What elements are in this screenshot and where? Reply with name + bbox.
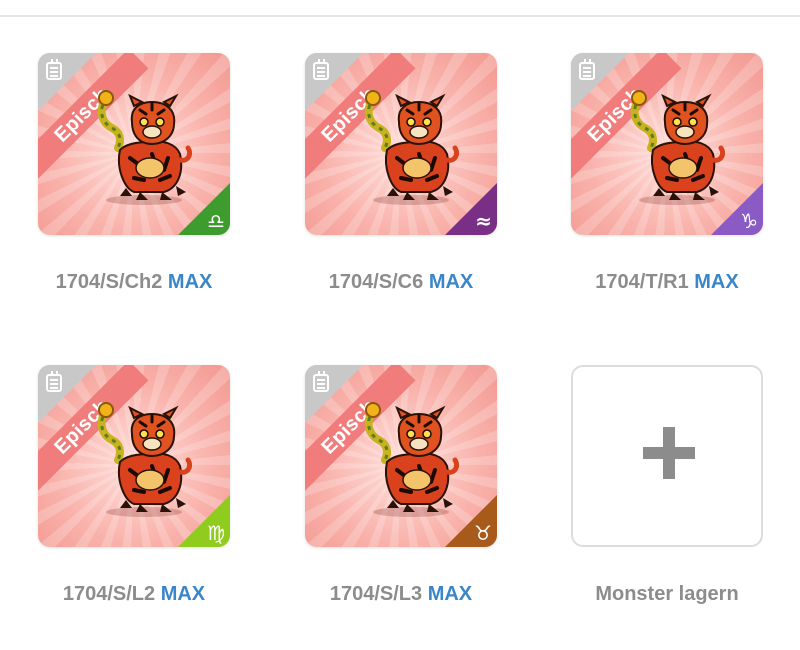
max-label: MAX xyxy=(428,271,474,293)
store-monster-label: Monster lagern xyxy=(595,583,739,605)
max-label: MAX xyxy=(694,271,739,293)
monster-caption: 1704/S/C6 MAX xyxy=(275,271,527,294)
top-divider xyxy=(0,15,800,17)
monster-caption: 1704/S/Ch2 MAX xyxy=(8,271,260,294)
notes-icon[interactable] xyxy=(313,371,329,392)
monster-card[interactable]: Episch ♑ xyxy=(571,53,763,235)
max-label: MAX xyxy=(160,583,206,605)
monster-code: 1704/S/Ch2 xyxy=(55,271,163,293)
max-label: MAX xyxy=(427,583,473,605)
plus-icon xyxy=(643,427,695,479)
notes-icon[interactable] xyxy=(46,371,62,392)
monster-slot-5[interactable]: Episch ♉ 1704/S/L3 MAX xyxy=(305,365,497,605)
monster-card[interactable]: Episch ♎ xyxy=(38,53,230,235)
notes-icon[interactable] xyxy=(313,59,329,80)
max-label: MAX xyxy=(167,271,213,293)
virgo-icon: ♍ xyxy=(207,521,225,545)
monster-slot-3[interactable]: Episch ♑ 1704/T/R1 MAX xyxy=(571,53,763,293)
monster-caption: 1704/S/L3 MAX xyxy=(275,583,527,606)
store-monster-slot[interactable]: Monster lagern xyxy=(571,365,763,605)
monster-slot-2[interactable]: Episch ≈ 1704/S/C6 MAX xyxy=(305,53,497,293)
monster-caption: 1704/T/R1 MAX xyxy=(541,271,793,294)
capricorn-icon: ♑ xyxy=(740,209,758,233)
aquarius-icon: ≈ xyxy=(475,209,492,233)
monster-card[interactable]: Episch ♍ xyxy=(38,365,230,547)
notes-icon[interactable] xyxy=(579,59,595,80)
monster-code: 1704/S/L2 xyxy=(62,583,156,605)
monster-slot-4[interactable]: Episch ♍ 1704/S/L2 MAX xyxy=(38,365,230,605)
notes-icon[interactable] xyxy=(46,59,62,80)
monster-slot-1[interactable]: Episch ♎ 1704/S/Ch2 MAX xyxy=(38,53,230,293)
monster-code: 1704/T/R1 xyxy=(595,271,689,293)
libra-icon: ♎ xyxy=(207,209,225,233)
store-monster-button[interactable] xyxy=(571,365,763,547)
monster-card[interactable]: Episch ≈ xyxy=(305,53,497,235)
monster-card[interactable]: Episch ♉ xyxy=(305,365,497,547)
monster-caption: 1704/S/L2 MAX xyxy=(8,583,260,606)
monster-code: 1704/S/L3 xyxy=(329,583,423,605)
store-monster-caption: Monster lagern xyxy=(541,583,793,606)
monster-code: 1704/S/C6 xyxy=(328,271,424,293)
taurus-icon: ♉ xyxy=(474,521,492,545)
